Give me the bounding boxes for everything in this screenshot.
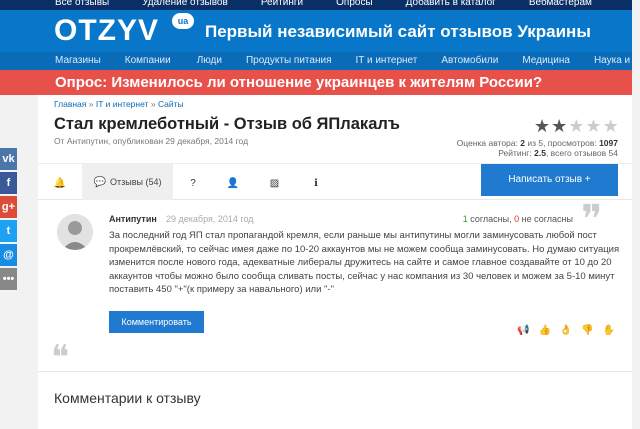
rating-stars: ★ ★ ★ ★ ★	[534, 116, 620, 136]
overall-rating-line: Рейтинг: 2.5, всего отзывов 54	[498, 148, 618, 158]
nav-item[interactable]: Медицина	[522, 55, 570, 66]
twitter-icon[interactable]: t	[0, 220, 17, 242]
poll-banner[interactable]: Опрос: Изменилось ли отношение украинцев…	[0, 70, 640, 95]
bell-icon: 🔔	[53, 178, 67, 189]
category-nav: Магазины Компании Люди Продукты питания IT и…	[0, 52, 640, 70]
tab-faq[interactable]: ?	[173, 164, 213, 200]
logo-text: OTZYV	[54, 14, 160, 47]
topbar-link[interactable]: Все отзывы	[55, 0, 109, 9]
mail-icon[interactable]: @	[0, 244, 17, 266]
review-tabs: 🔔 💬 Отзывы (54)? 👤 ▨ ℹ Написать отзыв +	[38, 163, 632, 200]
topbar-link[interactable]: Опросы	[336, 0, 373, 9]
topbar-link[interactable]: Удаление отзывов	[142, 0, 228, 9]
google-plus-icon[interactable]: g+	[0, 196, 17, 218]
review-actions: 📢 👍 👌 👎 ✋	[517, 325, 624, 336]
comments-heading: Комментарии к отзыву	[54, 390, 201, 406]
breadcrumb: Главная » IT и интернет » Сайты	[54, 99, 184, 109]
breadcrumb-it[interactable]: IT и интернет	[96, 99, 149, 109]
social-share-bar: vk f g+ t @ •••	[0, 148, 17, 292]
nav-item[interactable]: IT и интернет	[355, 55, 417, 66]
star-icon: ★	[585, 116, 602, 136]
image-icon: ▨	[269, 178, 280, 189]
review-body: За последний год ЯП стал пропагандой кре…	[109, 230, 620, 295]
breadcrumb-sites[interactable]: Сайты	[158, 99, 184, 109]
nav-item[interactable]: Продукты питания	[246, 55, 332, 66]
info-icon: ℹ	[314, 178, 318, 189]
agree-icon[interactable]: 👌	[560, 325, 572, 336]
avatar[interactable]	[57, 214, 93, 250]
topbar-link[interactable]: Добавить в каталог	[406, 0, 496, 9]
scrollbar[interactable]	[632, 0, 640, 429]
question-icon: ?	[190, 178, 196, 189]
tab-people[interactable]: 👤	[213, 164, 253, 200]
vk-icon[interactable]: vk	[0, 148, 17, 170]
author-rating-line: Оценка автора: 2 из 5, просмотров: 1097	[456, 138, 618, 148]
breadcrumb-home[interactable]: Главная	[54, 99, 86, 109]
tab-label: Отзывы (54)	[109, 177, 162, 187]
megaphone-icon[interactable]: 📢	[517, 325, 529, 336]
topbar-link[interactable]: Рейтинги	[261, 0, 303, 9]
thumbs-up-icon[interactable]: 👍	[538, 325, 550, 336]
user-icon: 👤	[226, 178, 240, 189]
star-icon: ★	[534, 116, 551, 136]
star-icon: ★	[568, 116, 585, 136]
nav-item[interactable]: Люди	[197, 55, 222, 66]
breadcrumb-separator: »	[88, 99, 94, 109]
review-author[interactable]: Антипутин	[109, 214, 157, 224]
more-icon[interactable]: •••	[0, 268, 17, 290]
review-date: 29 декабря, 2014 год	[166, 214, 254, 224]
logo-badge: ua	[172, 13, 194, 29]
comments-icon: 💬	[93, 177, 106, 188]
breadcrumb-separator: »	[150, 99, 156, 109]
divider	[38, 371, 632, 372]
rating-summary: Оценка автора: 2 из 5, просмотров: 1097 …	[457, 138, 618, 158]
review-byline: От Антипутин, опубликован 29 декабря, 20…	[54, 136, 249, 146]
star-icon: ★	[551, 116, 568, 136]
nav-item[interactable]: Автомобили	[441, 55, 498, 66]
tab-photos[interactable]: ▨	[253, 164, 296, 200]
tab-news[interactable]: 🔔	[38, 164, 82, 200]
top-bar: Все отзывы Удаление отзывов Рейтинги Опросы…	[0, 0, 640, 10]
site-logo[interactable]: OTZYV ua	[54, 13, 194, 48]
nav-item[interactable]: Компании	[125, 55, 171, 66]
poll-text[interactable]: Опрос: Изменилось ли отношение украинцев…	[55, 74, 542, 91]
nav-item[interactable]: Наука и	[594, 55, 630, 66]
tab-info[interactable]: ℹ	[296, 164, 336, 200]
nav-item[interactable]: Магазины	[55, 55, 101, 66]
site-tagline: Первый независимый сайт отзывов Украины	[205, 22, 591, 41]
write-review-button[interactable]: Написать отзыв +	[481, 164, 618, 196]
review-card: Главная » IT и интернет » Сайты Стал кре…	[38, 95, 632, 429]
star-icon: ★	[602, 116, 619, 136]
topbar-link[interactable]: Вебмастерам	[529, 0, 592, 9]
quote-mark-icon: ❝	[51, 338, 70, 378]
site-header: OTZYV ua Первый независимый сайт отзывов …	[0, 10, 640, 52]
facebook-icon[interactable]: f	[0, 172, 17, 194]
agreement-counts: 1 согласны, 0 не согласны	[462, 214, 573, 224]
disagree-icon[interactable]: ✋	[603, 325, 615, 336]
page-title: Стал кремлеботный - Отзыв об ЯПлакалъ	[54, 115, 400, 133]
tab-reviews[interactable]: 💬 Отзывы (54)	[82, 164, 173, 200]
comment-button[interactable]: Комментировать	[109, 311, 204, 333]
thumbs-down-icon[interactable]: 👎	[581, 325, 593, 336]
